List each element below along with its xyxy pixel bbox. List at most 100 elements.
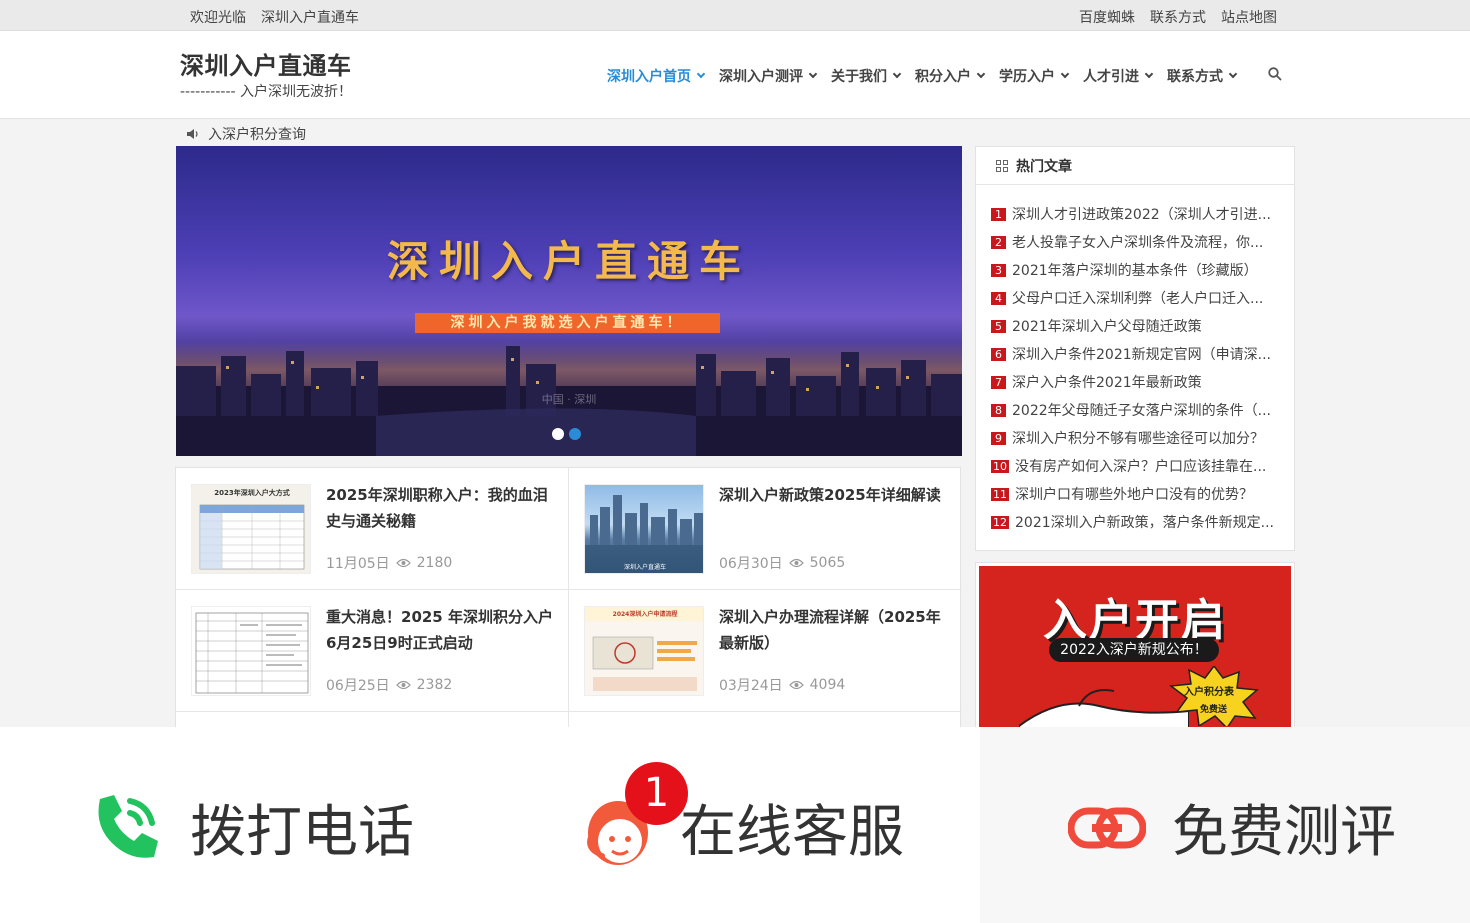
slider-dot-1[interactable] xyxy=(552,428,564,440)
evaluation-label: 免费测评 xyxy=(1172,800,1396,865)
hot-article-item[interactable]: 8 2022年父母随迁子女落户深圳的条件（... xyxy=(991,396,1294,424)
article-card[interactable]: 2023年深圳入户大方式 2025年深圳职称入户：我的血泪史与通关秘籍 11月0… xyxy=(176,468,568,590)
notice-text[interactable]: 入深户积分查询 xyxy=(208,124,306,144)
article-meta: 06月25日 2382 xyxy=(326,675,452,695)
article-thumbnail[interactable]: 2024深圳入户申请流程 xyxy=(584,606,704,696)
article-views: 2382 xyxy=(416,677,453,693)
article-meta: 06月30日 5065 xyxy=(719,553,845,573)
service-label: 在线客服 xyxy=(680,800,904,865)
svg-text:深圳入户直通车: 深圳入户直通车 xyxy=(624,563,666,571)
article-thumbnail[interactable]: 深圳入户直通车 xyxy=(584,484,704,574)
nav-item-contact[interactable]: 联系方式 xyxy=(1167,66,1238,86)
slider-dots xyxy=(552,428,581,440)
hot-article-item[interactable]: 2 老人投靠子女入户深圳条件及流程，你... xyxy=(991,228,1294,256)
article-thumbnail[interactable] xyxy=(191,606,311,696)
welcome-site-link[interactable]: 深圳入户直通车 xyxy=(261,7,359,27)
hot-article-item[interactable]: 11 深圳户口有哪些外地户口没有的优势？ xyxy=(991,480,1294,508)
banner-title: 深圳入户直通车 xyxy=(386,237,751,286)
hot-article-item[interactable]: 4 父母户口迁入深圳利弊（老人户口迁入... xyxy=(991,284,1294,312)
chevron-down-icon xyxy=(696,69,706,79)
nav-item-education[interactable]: 学历入户 xyxy=(999,66,1070,86)
eye-icon xyxy=(395,558,411,568)
article-views: 2180 xyxy=(416,555,453,571)
hot-article-item[interactable]: 10 没有房产如何入深户？户口应该挂靠在... xyxy=(991,452,1294,480)
table-image: 2023年深圳入户大方式 xyxy=(199,488,305,570)
sitemap-link[interactable]: 站点地图 xyxy=(1221,7,1277,27)
article-title[interactable]: 2025年深圳职称入户：我的血泪史与通关秘籍 xyxy=(326,482,558,534)
hot-article-item[interactable]: 6 深圳入户条件2021新规定官网（申请深... xyxy=(991,340,1294,368)
search-icon[interactable] xyxy=(1268,67,1282,81)
nav-item-evaluation[interactable]: 深圳入户测评 xyxy=(719,66,818,86)
hot-articles-widget: 热门文章 1 深圳人才引进政策2022（深圳人才引进... 2 老人投靠子女入户深圳… xyxy=(975,146,1295,551)
promo-burst-line2: 免费送 xyxy=(1200,705,1228,715)
banner-subtitle: 深圳入户我就选入户直通车！ xyxy=(415,313,720,333)
chevron-down-icon xyxy=(808,69,818,79)
nav-item-home[interactable]: 深圳入户首页 xyxy=(607,66,706,86)
link-icon xyxy=(1068,807,1146,848)
promo-ad-pill: 2022入深户新规公布！ xyxy=(1049,638,1219,662)
hot-articles-header: 热门文章 xyxy=(976,147,1294,185)
article-views: 4094 xyxy=(809,677,846,693)
contact-link[interactable]: 联系方式 xyxy=(1150,7,1206,27)
article-card[interactable]: 重大消息！2025 年深圳积分入户6月25日9时正式启动 06月25日 2382 xyxy=(176,590,568,712)
baidu-spider-link[interactable]: 百度蜘蛛 xyxy=(1079,7,1135,27)
chevron-down-icon xyxy=(1144,69,1154,79)
slider-dot-2[interactable] xyxy=(569,428,581,440)
form-image xyxy=(195,612,309,694)
notice-bar: 入深户积分查询 xyxy=(186,124,306,144)
article-card[interactable]: 2024深圳入户申请流程 深圳入户办理流程详解（2025年最新版） 03月24日… xyxy=(569,590,961,712)
site-title[interactable]: 深圳入户直通车 xyxy=(180,46,352,81)
phone-icon xyxy=(98,794,158,858)
hot-articles-title: 热门文章 xyxy=(1016,158,1072,175)
grid-icon xyxy=(996,159,1008,172)
promo-ad[interactable]: 入户开启 2022入深户新规公布！ 入户积分表 免费送 xyxy=(975,562,1295,732)
article-date: 03月24日 xyxy=(719,678,783,694)
article-grid: 2023年深圳入户大方式 2025年深圳职称入户：我的血泪史与通关秘籍 11月0… xyxy=(175,467,962,730)
article-meta: 11月05日 2180 xyxy=(326,553,452,573)
site-subtitle: ----------- 入户深圳无波折！ xyxy=(180,84,353,100)
hot-article-item[interactable]: 3 2021年落户深圳的基本条件（珍藏版） xyxy=(991,256,1294,284)
article-title[interactable]: 深圳入户办理流程详解（2025年最新版） xyxy=(719,604,951,656)
article-date: 06月25日 xyxy=(326,678,390,694)
banner-caption: 中国 · 深圳 xyxy=(541,393,597,406)
skyline-image: 深圳入户直通车 xyxy=(585,495,703,573)
eye-icon xyxy=(788,680,804,690)
bottom-action-bar: 拨打电话 在线客服 免费测评 xyxy=(0,727,1470,923)
call-button[interactable]: 拨打电话 xyxy=(90,787,414,868)
article-title[interactable]: 重大消息！2025 年深圳积分入户6月25日9时正式启动 xyxy=(326,604,558,656)
process-image: 2024深圳入户申请流程 xyxy=(585,607,703,691)
promo-ad-image: 入户开启 2022入深户新规公布！ 入户积分表 免费送 xyxy=(979,566,1291,730)
unread-badge: 1 xyxy=(625,762,688,825)
hot-article-item[interactable]: 7 深户入户条件2021年最新政策 xyxy=(991,368,1294,396)
article-date: 06月30日 xyxy=(719,556,783,572)
free-evaluation-button[interactable]: 免费测评 xyxy=(1068,787,1396,868)
chevron-down-icon xyxy=(1060,69,1070,79)
article-thumbnail[interactable]: 2023年深圳入户大方式 xyxy=(191,484,311,574)
nav-item-points[interactable]: 积分入户 xyxy=(915,66,986,86)
hot-article-item[interactable]: 12 2021深圳入户新政策，落户条件新规定... xyxy=(991,508,1294,536)
hot-article-item[interactable]: 9 深圳入户积分不够有哪些途径可以加分？ xyxy=(991,424,1294,452)
site-header: 深圳入户直通车 ----------- 入户深圳无波折！ 深圳入户首页 深圳入户… xyxy=(0,31,1470,119)
promo-burst-line1: 入户积分表 xyxy=(1184,687,1234,698)
speaker-icon xyxy=(187,129,198,139)
hand-illustration xyxy=(1019,689,1189,730)
eye-icon xyxy=(395,680,411,690)
nav-item-talent[interactable]: 人才引进 xyxy=(1083,66,1154,86)
article-card[interactable]: 深圳入户直通车 深圳入户新政策2025年详细解读 06月30日 5065 xyxy=(569,468,961,590)
main-nav: 深圳入户首页 深圳入户测评 关于我们 积分入户 学历入户 人才引进 联系方式 xyxy=(607,66,1251,86)
top-bar: 欢迎光临 深圳入户直通车 百度蜘蛛 联系方式 站点地图 xyxy=(0,0,1470,31)
article-meta: 03月24日 4094 xyxy=(719,675,845,695)
nav-item-about[interactable]: 关于我们 xyxy=(831,66,902,86)
article-date: 11月05日 xyxy=(326,556,390,572)
chevron-down-icon xyxy=(1228,69,1238,79)
hot-article-item[interactable]: 1 深圳人才引进政策2022（深圳人才引进... xyxy=(991,200,1294,228)
article-views: 5065 xyxy=(809,555,846,571)
eye-icon xyxy=(788,558,804,568)
welcome-text: 欢迎光临 xyxy=(190,10,246,26)
hero-banner[interactable]: 深圳入户直通车 深圳入户我就选入户直通车！ 中国 · 深圳 xyxy=(176,146,962,456)
hot-article-item[interactable]: 5 2021年深圳入户父母随迁政策 xyxy=(991,312,1294,340)
call-label: 拨打电话 xyxy=(190,800,414,865)
article-title[interactable]: 深圳入户新政策2025年详细解读 xyxy=(719,482,951,508)
svg-text:2024深圳入户申请流程: 2024深圳入户申请流程 xyxy=(613,610,678,618)
chevron-down-icon xyxy=(976,69,986,79)
